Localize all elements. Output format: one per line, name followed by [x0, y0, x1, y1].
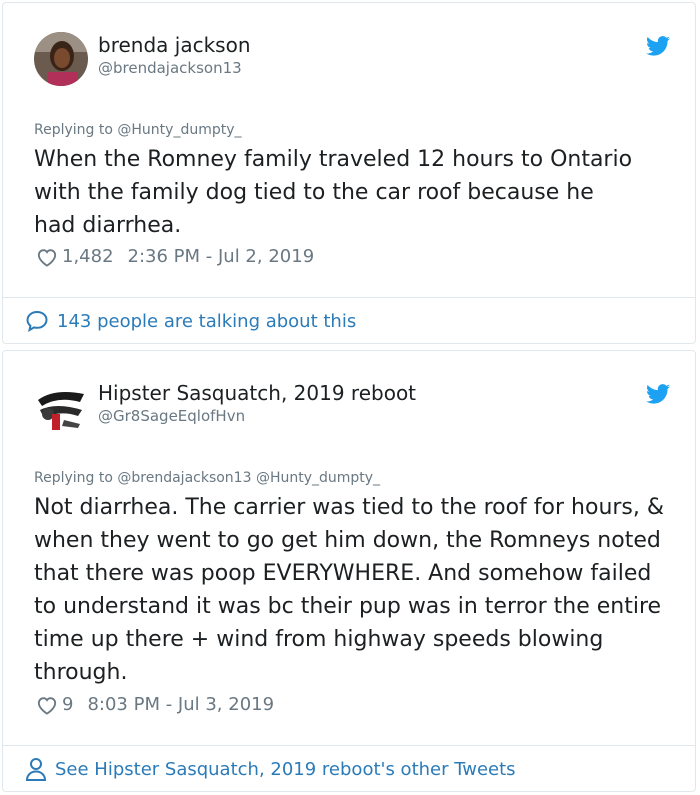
- avatar[interactable]: [34, 32, 88, 86]
- replying-to-label: Replying to: [34, 122, 113, 138]
- twitter-bird-icon[interactable]: [646, 384, 670, 404]
- tweet-card-2: Hipster Sasquatch, 2019 reboot @Gr8SageE…: [2, 350, 696, 792]
- like-count[interactable]: 9: [62, 694, 73, 715]
- replying-to-line: Replying to @brendajackson13 @Hunty_dump…: [34, 470, 380, 486]
- tweet-meta: 9 8:03 PM - Jul 3, 2019: [36, 694, 274, 715]
- mention-link[interactable]: @brendajackson13 @Hunty_dumpty_: [117, 470, 380, 486]
- timestamp[interactable]: 8:03 PM - Jul 3, 2019: [87, 694, 274, 715]
- other-tweets-link-label: See Hipster Sasquatch, 2019 reboot's oth…: [55, 758, 516, 780]
- mention-link[interactable]: @Hunty_dumpty_: [117, 122, 241, 138]
- author-name[interactable]: brenda jackson: [98, 33, 251, 57]
- author-name[interactable]: Hipster Sasquatch, 2019 reboot: [98, 381, 416, 405]
- person-icon: [25, 758, 47, 781]
- tweet-card-1: brenda jackson @brendajackson13 Replying…: [2, 2, 696, 344]
- other-tweets-link[interactable]: See Hipster Sasquatch, 2019 reboot's oth…: [25, 757, 516, 781]
- divider: [3, 745, 695, 746]
- author-handle[interactable]: @brendajackson13: [98, 59, 242, 77]
- heart-icon[interactable]: [36, 247, 58, 267]
- tweet-meta: 1,482 2:36 PM - Jul 2, 2019: [36, 246, 314, 267]
- author-handle[interactable]: @Gr8SageEqlofHvn: [98, 407, 245, 425]
- replying-to-line: Replying to @Hunty_dumpty_: [34, 122, 242, 138]
- avatar[interactable]: [34, 380, 88, 434]
- like-count[interactable]: 1,482: [62, 246, 114, 267]
- twitter-bird-icon[interactable]: [646, 36, 670, 56]
- heart-icon[interactable]: [36, 695, 58, 715]
- tweet-text: Not diarrhea. The carrier was tied to th…: [34, 495, 665, 685]
- divider: [3, 297, 695, 298]
- tweet-text: When the Romney family traveled 12 hours…: [34, 147, 633, 238]
- replying-to-label: Replying to: [34, 470, 113, 486]
- conversation-link-label: 143 people are talking about this: [57, 310, 357, 332]
- timestamp[interactable]: 2:36 PM - Jul 2, 2019: [128, 246, 315, 267]
- speech-bubble-icon: [26, 310, 48, 332]
- conversation-link[interactable]: 143 people are talking about this: [25, 309, 356, 333]
